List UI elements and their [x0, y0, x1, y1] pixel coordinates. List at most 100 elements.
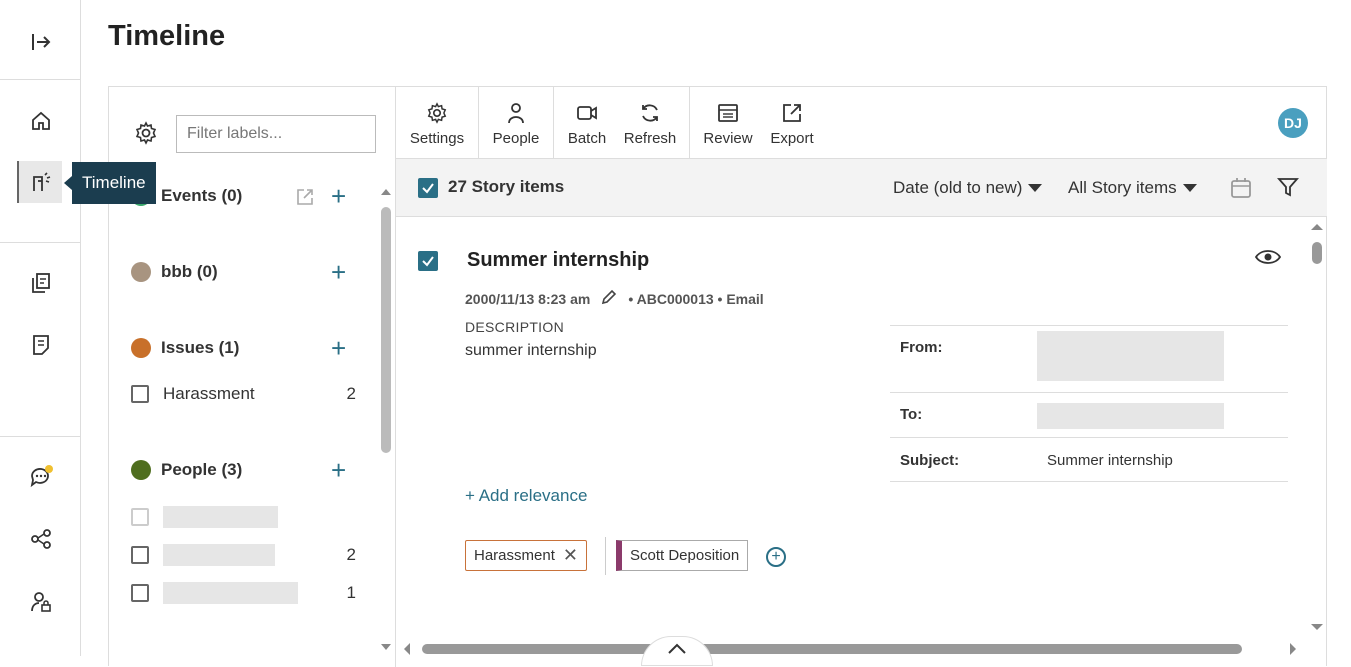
- label-group-issues[interactable]: Issues (1): [131, 338, 239, 358]
- subject-value: Summer internship: [1047, 452, 1173, 469]
- scroll-down-arrow-icon[interactable]: [381, 642, 391, 652]
- home-icon[interactable]: [28, 108, 54, 134]
- item-date: 2000/11/13 8:23 am: [465, 290, 591, 307]
- sort-dropdown[interactable]: Date (old to new): [893, 178, 1043, 198]
- refresh-label: Refresh: [623, 129, 677, 147]
- label-group-people[interactable]: People (3): [131, 460, 242, 480]
- table-icon: [717, 100, 739, 126]
- select-all-checkbox[interactable]: [418, 178, 438, 198]
- from-label: From:: [900, 339, 943, 356]
- batch-button[interactable]: Batch: [561, 87, 613, 159]
- scroll-left-arrow-icon[interactable]: [402, 643, 412, 655]
- group-name: People (3): [161, 460, 243, 479]
- scrollbar-thumb[interactable]: [1312, 242, 1322, 264]
- story-filter-dropdown[interactable]: All Story items: [1068, 178, 1197, 198]
- group-color-dot: [131, 460, 151, 480]
- label-settings-gear-icon[interactable]: [134, 121, 158, 150]
- person-checkbox[interactable]: [131, 546, 149, 564]
- notes-icon[interactable]: [28, 332, 54, 358]
- to-label: To:: [900, 406, 923, 423]
- calendar-icon[interactable]: [1229, 176, 1253, 205]
- item-doc-info: • ABC000013 • Email: [628, 290, 764, 307]
- label-group-bbb[interactable]: bbb (0): [131, 262, 218, 282]
- group-name: Events (0): [161, 186, 243, 205]
- issue-item-harassment[interactable]: Harassment 2: [131, 383, 356, 405]
- settings-label: Settings: [409, 129, 465, 147]
- external-link-icon[interactable]: [295, 187, 315, 212]
- nav-rail: [0, 0, 81, 656]
- user-lock-icon[interactable]: [28, 589, 54, 615]
- add-relevance-link[interactable]: + Add relevance: [465, 486, 587, 506]
- issue-count: 2: [346, 384, 356, 403]
- description-heading: DESCRIPTION: [465, 319, 564, 335]
- export-button[interactable]: Export: [766, 87, 818, 159]
- story-item-title[interactable]: Summer internship: [467, 249, 649, 272]
- video-icon: [576, 100, 598, 126]
- share-icon[interactable]: [28, 526, 54, 552]
- person-count: 1: [346, 583, 356, 602]
- scrollbar-thumb[interactable]: [381, 207, 391, 453]
- person-icon: [505, 100, 527, 126]
- add-tag-plus-icon[interactable]: +: [766, 547, 786, 567]
- person-item[interactable]: [131, 506, 356, 528]
- pencil-icon[interactable]: [600, 288, 618, 309]
- labels-scrollbar[interactable]: [381, 187, 391, 657]
- refresh-icon: [639, 100, 661, 126]
- documents-icon[interactable]: [28, 270, 54, 296]
- story-list-scrollbar[interactable]: [1310, 222, 1323, 634]
- timeline-frame: Events (0) + bbb (0) + Issues (1) + Hara…: [108, 86, 1327, 667]
- email-from-row: From:: [890, 325, 1288, 392]
- description-text: summer internship: [465, 342, 597, 359]
- chat-icon[interactable]: [28, 464, 54, 490]
- remove-tag-close-icon[interactable]: ✕: [563, 545, 578, 566]
- redacted-from: [1037, 331, 1224, 381]
- scroll-up-arrow-icon[interactable]: [1311, 222, 1323, 232]
- scroll-right-arrow-icon[interactable]: [1288, 643, 1298, 655]
- group-name: bbb (0): [161, 262, 218, 281]
- scroll-up-arrow-icon[interactable]: [381, 187, 391, 197]
- nav-tooltip: Timeline: [64, 162, 156, 204]
- expand-nav-icon[interactable]: [28, 29, 54, 55]
- scroll-down-arrow-icon[interactable]: [1311, 622, 1323, 632]
- add-issue-button[interactable]: +: [331, 335, 346, 361]
- filter-funnel-icon[interactable]: [1277, 176, 1299, 203]
- timeline-icon[interactable]: [28, 169, 54, 195]
- export-label: Export: [770, 129, 814, 147]
- story-item-checkbox[interactable]: [418, 251, 438, 271]
- filter-labels-input[interactable]: [176, 115, 376, 153]
- email-details: From: To: Subject: Summer internship: [890, 325, 1288, 482]
- add-event-button[interactable]: +: [331, 183, 346, 209]
- add-bbb-button[interactable]: +: [331, 259, 346, 285]
- email-to-row: To:: [890, 392, 1288, 437]
- review-button[interactable]: Review: [700, 87, 756, 159]
- review-label: Review: [703, 129, 753, 147]
- people-label: People: [492, 129, 540, 147]
- subject-label: Subject:: [900, 452, 960, 469]
- story-item-card[interactable]: Summer internship 2000/11/13 8:23 am • A…: [396, 217, 1306, 667]
- person-checkbox[interactable]: [131, 584, 149, 602]
- person-item[interactable]: 2: [131, 544, 356, 566]
- export-icon: [781, 100, 803, 126]
- add-person-button[interactable]: +: [331, 457, 346, 483]
- settings-gear-icon: [426, 100, 448, 126]
- email-subject-row: Subject: Summer internship: [890, 437, 1288, 482]
- chevron-up-icon: [668, 643, 686, 654]
- user-avatar[interactable]: DJ: [1278, 108, 1308, 138]
- sort-value: Date (old to new): [893, 178, 1023, 197]
- issue-tag-harassment: Harassment ✕: [465, 540, 587, 571]
- redacted-name: [163, 544, 275, 566]
- redacted-to: [1037, 403, 1224, 429]
- story-tag-label: Scott Deposition: [630, 547, 740, 564]
- eye-icon[interactable]: [1254, 247, 1282, 272]
- issue-checkbox[interactable]: [131, 385, 149, 403]
- chevron-down-icon: [1182, 184, 1197, 192]
- chevron-down-icon: [1028, 184, 1043, 192]
- person-checkbox[interactable]: [131, 508, 149, 526]
- horizontal-scrollbar[interactable]: [400, 640, 1300, 656]
- people-button[interactable]: People: [484, 87, 548, 159]
- refresh-button[interactable]: Refresh: [622, 87, 678, 159]
- person-item[interactable]: 1: [131, 582, 356, 604]
- group-color-dot: [131, 338, 151, 358]
- settings-button[interactable]: Settings: [402, 87, 472, 159]
- scrollbar-thumb[interactable]: [422, 644, 1242, 654]
